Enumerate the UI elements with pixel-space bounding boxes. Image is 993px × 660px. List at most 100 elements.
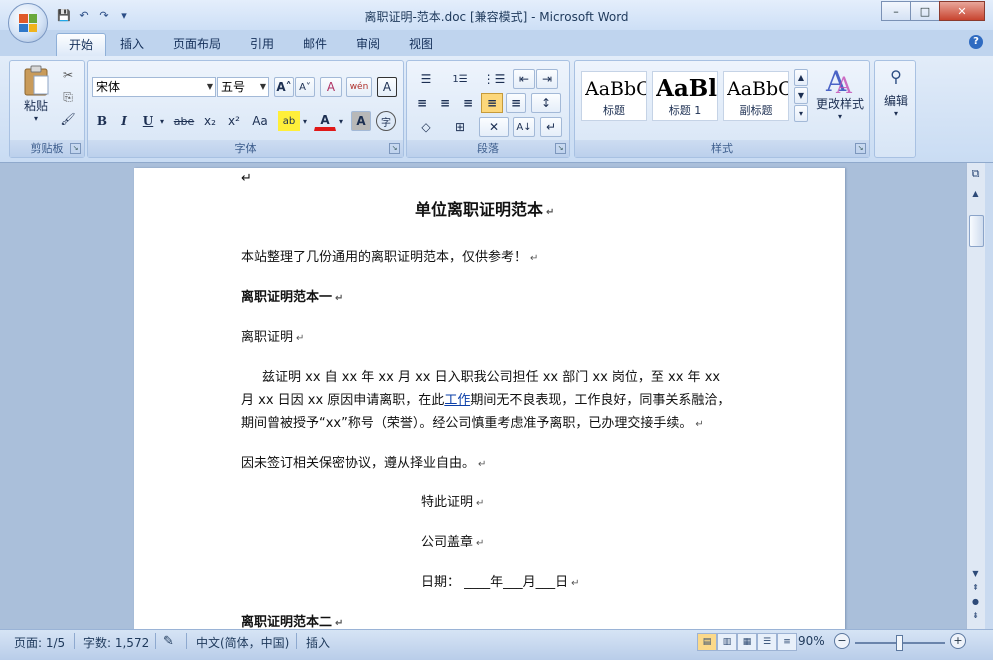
body-line-2-start: 月 xx 日因 xx 原因申请离职，在此 xyxy=(241,393,445,408)
chinese-layout-button[interactable]: ✕ xyxy=(479,117,509,137)
tab-insert[interactable]: 插入 xyxy=(108,33,156,55)
multilevel-list-button[interactable]: ⋮☰ xyxy=(479,69,509,89)
language-indicator[interactable]: 中文(简体，中国) xyxy=(196,634,289,651)
web-layout-icon[interactable]: ▦ xyxy=(737,633,757,651)
font-color-dropdown-icon[interactable]: ▾ xyxy=(336,111,346,131)
ruler-toggle-icon[interactable]: ⧉ xyxy=(968,167,983,181)
font-size-value: 五号 xyxy=(221,80,246,94)
style-heading[interactable]: AaBbC 标题 xyxy=(581,71,647,121)
scroll-thumb[interactable] xyxy=(969,215,984,247)
work-link[interactable]: 工作 xyxy=(444,393,470,408)
scroll-up-icon[interactable]: ▲ xyxy=(968,187,983,201)
full-screen-reading-icon[interactable]: ▥ xyxy=(717,633,737,651)
paragraph-mark: ↵ xyxy=(476,538,485,549)
print-layout-view-icon[interactable]: ▤ xyxy=(697,633,717,651)
shrink-font-button[interactable]: A˅ xyxy=(295,77,315,97)
word-count[interactable]: 字数: 1,572 xyxy=(83,634,149,651)
font-launcher-icon[interactable]: ↘ xyxy=(389,143,400,154)
character-border-button[interactable]: A xyxy=(377,77,397,97)
format-painter-icon[interactable]: 🖌 xyxy=(58,109,78,129)
cut-icon[interactable]: ✂ xyxy=(58,65,78,85)
bold-button[interactable]: B xyxy=(92,111,112,131)
document-area: ↵ 单位离职证明范本 ↵ 本站整理了几份通用的离职证明范本，仅供参考！ ↵ 离职证明… xyxy=(0,163,966,629)
show-marks-button[interactable]: ↵ xyxy=(540,117,562,137)
paragraph-launcher-icon[interactable]: ↘ xyxy=(555,143,566,154)
paste-dropdown-icon[interactable]: ▾ xyxy=(34,114,38,123)
subscript-button[interactable]: x₂ xyxy=(199,111,221,131)
distributed-button[interactable]: ≡ xyxy=(506,93,526,113)
styles-more-icon[interactable]: ▾ xyxy=(794,105,808,122)
styles-scroll-up-icon[interactable]: ▲ xyxy=(794,69,808,86)
draft-view-icon[interactable]: ≡ xyxy=(777,633,797,651)
scroll-down-icon[interactable]: ▼ xyxy=(968,567,983,581)
phonetic-guide-button[interactable]: wén xyxy=(346,77,372,97)
maximize-button[interactable]: □ xyxy=(910,1,940,21)
bullets-button[interactable]: ☰ xyxy=(411,69,441,89)
enclose-characters-button[interactable]: 字 xyxy=(376,111,396,131)
previous-page-icon[interactable]: ⇞ xyxy=(968,581,983,595)
editing-button[interactable]: ⚲ 编辑 ▾ xyxy=(878,67,914,118)
page-count[interactable]: 页面: 1/5 xyxy=(14,634,65,651)
italic-button[interactable]: I xyxy=(114,111,134,131)
seal-text: 公司盖章 xyxy=(421,535,474,550)
change-styles-button[interactable]: A A 更改样式 ▾ xyxy=(813,65,867,121)
font-size-combo[interactable]: 五号 ▼ xyxy=(217,77,269,97)
grow-font-button[interactable]: A˄ xyxy=(274,77,294,97)
highlight-dropdown-icon[interactable]: ▾ xyxy=(300,111,310,131)
sort-button[interactable]: A↓ xyxy=(513,117,535,137)
tab-references[interactable]: 引用 xyxy=(238,33,286,55)
window-controls: – □ ✕ xyxy=(881,1,985,21)
office-button[interactable] xyxy=(8,3,48,43)
document-page[interactable]: ↵ 单位离职证明范本 ↵ 本站整理了几份通用的离职证明范本，仅供参考！ ↵ 离职证明… xyxy=(134,168,845,629)
font-color-button[interactable]: A xyxy=(314,111,336,131)
cert-title-text: 离职证明 xyxy=(241,330,294,345)
align-left-button[interactable]: ≡ xyxy=(411,93,433,113)
styles-launcher-icon[interactable]: ↘ xyxy=(855,143,866,154)
editing-group: ⚲ 编辑 ▾ xyxy=(874,60,916,158)
increase-indent-button[interactable]: ⇥ xyxy=(536,69,558,89)
align-right-button[interactable]: ≡ xyxy=(457,93,479,113)
svg-text:A: A xyxy=(835,74,853,95)
proofing-icon[interactable]: ✎ xyxy=(163,634,174,649)
tab-home[interactable]: 开始 xyxy=(56,33,107,56)
copy-icon[interactable]: ⎘ xyxy=(58,87,78,107)
tab-mailings[interactable]: 邮件 xyxy=(291,33,339,55)
tab-view[interactable]: 视图 xyxy=(397,33,445,55)
shading-button[interactable]: ◇ xyxy=(411,117,441,137)
styles-scroll-down-icon[interactable]: ▼ xyxy=(794,87,808,104)
clear-format-button[interactable]: A xyxy=(320,77,342,97)
decrease-indent-button[interactable]: ⇤ xyxy=(513,69,535,89)
insert-mode[interactable]: 插入 xyxy=(306,634,330,651)
change-case-button[interactable]: Aa xyxy=(248,111,272,131)
paste-button[interactable]: 粘贴 ▾ xyxy=(16,65,56,123)
underline-button[interactable]: U xyxy=(138,111,158,131)
line-spacing-button[interactable]: ↕ xyxy=(531,93,561,113)
next-page-icon[interactable]: ⇟ xyxy=(968,609,983,623)
zoom-slider-thumb[interactable] xyxy=(896,635,903,651)
close-button[interactable]: ✕ xyxy=(939,1,985,21)
superscript-button[interactable]: x² xyxy=(223,111,245,131)
numbering-button[interactable]: 1☰ xyxy=(445,69,475,89)
style-subtitle[interactable]: AaBbC 副标题 xyxy=(723,71,789,121)
character-shading-button[interactable]: A xyxy=(351,111,371,131)
borders-button[interactable]: ⊞ xyxy=(445,117,475,137)
clipboard-launcher-icon[interactable]: ↘ xyxy=(70,143,81,154)
help-icon[interactable]: ? xyxy=(969,35,983,49)
style-sample: AaBl xyxy=(656,75,717,102)
outline-view-icon[interactable]: ☰ xyxy=(757,633,777,651)
zoom-in-button[interactable]: + xyxy=(950,633,966,649)
browse-object-icon[interactable]: ● xyxy=(968,595,983,609)
font-name-combo[interactable]: 宋体 ▼ xyxy=(92,77,216,97)
tab-page-layout[interactable]: 页面布局 xyxy=(161,33,233,55)
underline-dropdown-icon[interactable]: ▾ xyxy=(156,111,168,131)
minimize-button[interactable]: – xyxy=(881,1,911,21)
highlight-button[interactable]: ab xyxy=(278,111,300,131)
justify-button[interactable]: ≡ xyxy=(481,93,503,113)
strikethrough-button[interactable]: abe xyxy=(172,111,196,131)
tab-review[interactable]: 审阅 xyxy=(344,33,392,55)
vertical-scrollbar[interactable]: ⧉ ▲ ▼ ⇞ ● ⇟ xyxy=(966,163,985,629)
zoom-out-button[interactable]: − xyxy=(834,633,850,649)
zoom-level[interactable]: 90% xyxy=(798,634,825,648)
style-heading-1[interactable]: AaBl 标题 1 xyxy=(652,71,718,121)
center-button[interactable]: ≡ xyxy=(434,93,456,113)
